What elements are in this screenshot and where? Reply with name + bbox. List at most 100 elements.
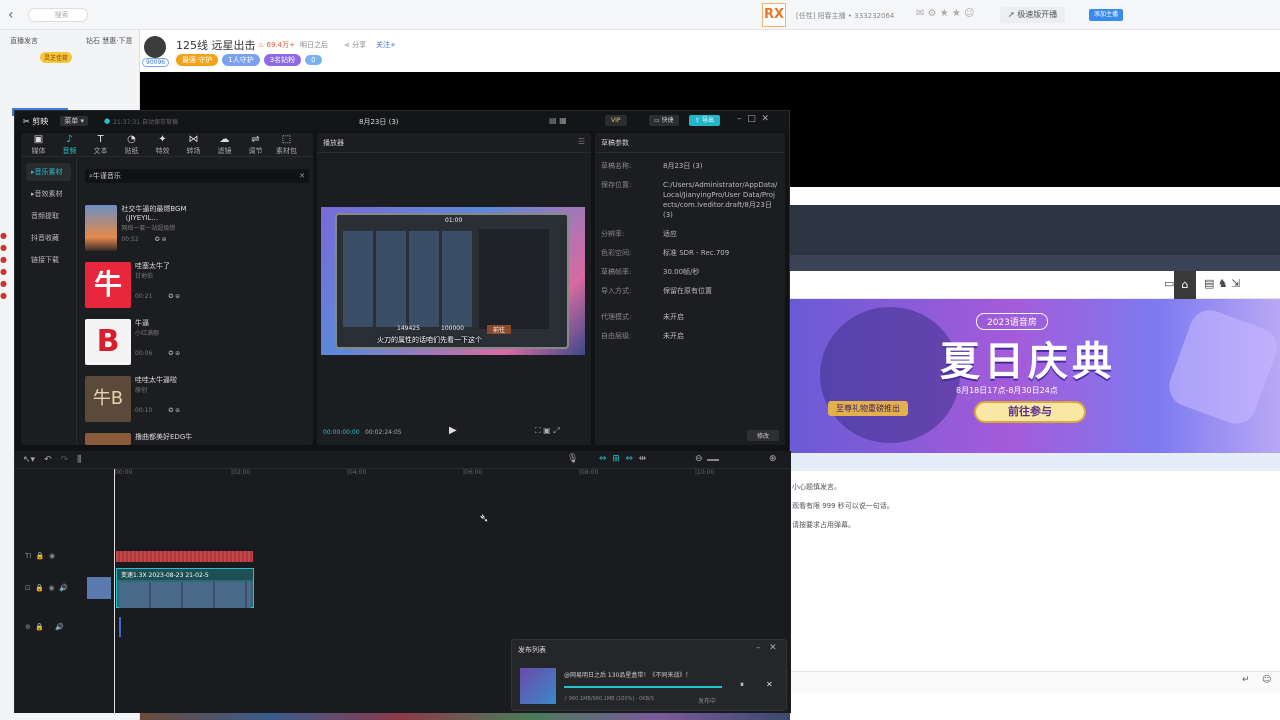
event-banner[interactable]: 至尊礼物重磅推出 2023语音房 夏日庆典 8月18日17点-8月30日24点 …: [790, 299, 1280, 453]
tab-text[interactable]: T 文本: [85, 134, 116, 156]
properties-list: 草稿名称: 8月23日 (3) 保存位置: C:/Users/Administrat…: [595, 153, 785, 358]
autosave-dot-icon: ●: [104, 117, 111, 125]
split-icon[interactable]: ⫼: [77, 455, 81, 465]
timeline-toggle-icons[interactable]: ⇔ ⊞ ⇔ ⇹: [599, 454, 646, 464]
favorite-icon[interactable]: ✪: [168, 350, 173, 357]
add-icon[interactable]: ⊕: [162, 236, 167, 243]
subtitle-track-clip[interactable]: [116, 551, 253, 562]
audio-title: 哇塞太牛了: [135, 262, 170, 270]
room-tool-icons[interactable]: ▭: [1164, 277, 1174, 290]
stream-info-bar: 90096 125线 远星出击 ♨ 69.4万+ 明日之后 ⋖ 分享 关注+ 最…: [140, 30, 1280, 72]
zoom-out-icon[interactable]: ⊖: [695, 454, 703, 464]
prop-row: 分辨率: 适应: [601, 229, 779, 239]
add-host-button[interactable]: 添加主播: [1089, 9, 1124, 21]
emoji-icon[interactable]: ☺: [1262, 675, 1271, 685]
tab-transition[interactable]: ⋈ 转场: [178, 134, 209, 156]
minimize-icon[interactable]: –: [756, 643, 761, 653]
banner-cta-button[interactable]: 前往参与: [974, 401, 1086, 423]
list-item[interactable]: 牛B 哇哇太牛逼啦 原创 00:10 ✪ ⊕: [85, 376, 193, 428]
sidebar-item-douyin[interactable]: 抖音收藏: [26, 229, 71, 247]
sidebar-item-sound-effects[interactable]: ▸ 音效素材: [26, 185, 71, 203]
favorite-icon[interactable]: ✪: [155, 236, 160, 243]
video-preview[interactable]: 01:00 149425 100000 前往 火刀的属性的话咱们先看一下这个: [321, 207, 585, 355]
modify-button[interactable]: 修改: [746, 430, 779, 441]
sidebar-item-extract[interactable]: 音频提取: [26, 207, 71, 225]
track-cover[interactable]: [87, 577, 111, 599]
tab-effects[interactable]: ✦ 特效: [147, 134, 178, 156]
add-icon[interactable]: ⊕: [175, 293, 180, 300]
text-track-controls[interactable]: TI 🔒 ◉: [25, 552, 55, 560]
add-icon[interactable]: ⊕: [175, 407, 180, 414]
shortcut-button[interactable]: ▭ 快捷: [649, 115, 679, 126]
list-item[interactable]: 撸曲都美好EDG牛: [85, 433, 193, 445]
list-item[interactable]: B 牛逼 小红满额 00:06 ✪ ⊕: [85, 319, 193, 371]
sidebar-item-music[interactable]: ▸ 音乐素材: [26, 163, 71, 181]
prop-key: 保存位置:: [601, 181, 632, 189]
video-track-controls[interactable]: ⊡ 🔒 ◉ 🔊: [25, 584, 68, 592]
transition-icon: ⋈: [188, 133, 199, 145]
send-icon[interactable]: ↵: [1242, 675, 1250, 685]
window-controls[interactable]: – □ ✕: [737, 114, 769, 124]
popup-controls[interactable]: – ✕: [756, 643, 777, 653]
cancel-icon[interactable]: ✕: [766, 680, 773, 689]
favorite-icon[interactable]: ✪: [168, 407, 173, 414]
list-item[interactable]: 牛 哇塞太牛了 甘地伯 00:21 ✪ ⊕: [85, 262, 193, 314]
tab-label: 贴纸: [124, 146, 139, 155]
left-icons[interactable]: ● ● ● ● ● ●: [0, 230, 14, 302]
publish-thumbnail: [520, 668, 556, 704]
layout-icons[interactable]: ▤ ▦: [549, 116, 567, 125]
back-icon[interactable]: ‹: [8, 7, 14, 23]
export-button[interactable]: ⇪ 导出: [689, 115, 720, 126]
vip-button[interactable]: VIP: [605, 115, 627, 126]
follow-link[interactable]: 关注+: [376, 40, 396, 50]
video-clip[interactable]: 变速1.3X 2023-08-23 21-02-5: [116, 568, 254, 608]
audio-search-input[interactable]: ⌕ 牛谨音乐 ✕: [85, 169, 309, 183]
search-input[interactable]: 搜索: [27, 7, 88, 22]
tab-media[interactable]: ▣ 媒体: [23, 134, 54, 156]
tab-sticker[interactable]: ◔ 贴纸: [116, 134, 147, 156]
game-money-1: 149425: [397, 325, 420, 332]
upgrade-button[interactable]: ➚ 极速版开播: [1000, 7, 1066, 23]
play-icon[interactable]: ▶: [449, 425, 457, 436]
tab-adjust[interactable]: ⇌ 调节: [240, 134, 271, 156]
player-menu-icon[interactable]: ☰: [578, 137, 585, 146]
redo-icon[interactable]: ↷: [61, 455, 69, 465]
undo-icon[interactable]: ↶: [44, 455, 52, 465]
tab-asset-pack[interactable]: ⬚ 素材包: [271, 134, 302, 156]
sidebar-item-link-download[interactable]: 链接下载: [26, 251, 71, 269]
game-link[interactable]: 明日之后: [300, 40, 328, 50]
add-icon[interactable]: ⊕: [175, 350, 180, 357]
ruler-tick: |06:00: [463, 469, 483, 476]
audio-title: 牛逼: [135, 319, 149, 327]
select-tool-icon[interactable]: ↖▾: [23, 455, 35, 465]
toolbar-icons[interactable]: ✉ ⚙ ★ ★ ☺: [916, 8, 974, 19]
zoom-fit-icon[interactable]: ⊕: [769, 454, 777, 464]
share-icon: ⋖: [344, 41, 353, 49]
more-tool-icons[interactable]: ▤ ♞ ⇲: [1204, 277, 1240, 290]
close-icon[interactable]: ✕: [769, 643, 777, 653]
mic-icon[interactable]: 🎙: [567, 454, 578, 464]
zoom-slider[interactable]: [707, 459, 719, 461]
inventory-grid: [343, 231, 473, 327]
player-controls-icons[interactable]: ⛶ ▣ ⤢: [535, 426, 560, 436]
tab-filter[interactable]: ☁ 滤镜: [209, 134, 240, 156]
streamer-avatar[interactable]: [144, 36, 166, 58]
audio-track-controls[interactable]: ⊕ 🔒 🔊: [25, 623, 64, 631]
pause-icon[interactable]: ⏸: [740, 680, 744, 690]
close-icon[interactable]: ✕: [761, 114, 769, 124]
tab-audio[interactable]: ♪ 音频: [54, 134, 85, 156]
clear-search-icon[interactable]: ✕: [299, 172, 305, 180]
share-button[interactable]: ⋖ 分享: [344, 40, 366, 50]
minimize-icon[interactable]: –: [737, 114, 742, 124]
playhead[interactable]: [114, 469, 115, 713]
project-name: 8月23日 (3): [359, 118, 399, 126]
home-icon[interactable]: ⌂: [1174, 271, 1196, 299]
maximize-icon[interactable]: □: [747, 114, 756, 124]
menu-button[interactable]: 菜单 ▾: [60, 116, 88, 126]
chat-input[interactable]: [790, 671, 1280, 693]
heat-count: ♨ 69.4万+: [258, 40, 295, 50]
list-item[interactable]: 社交牛逼的最燃BGM（JIYEYIL... 网络一套一站超级燃 00:52 ✪ ⊕: [85, 205, 193, 257]
clip-label: 变速1.3X 2023-08-23 21-02-5: [117, 569, 253, 580]
favorite-icon[interactable]: ✪: [168, 293, 173, 300]
ruler-tick: |04:00: [347, 469, 367, 476]
